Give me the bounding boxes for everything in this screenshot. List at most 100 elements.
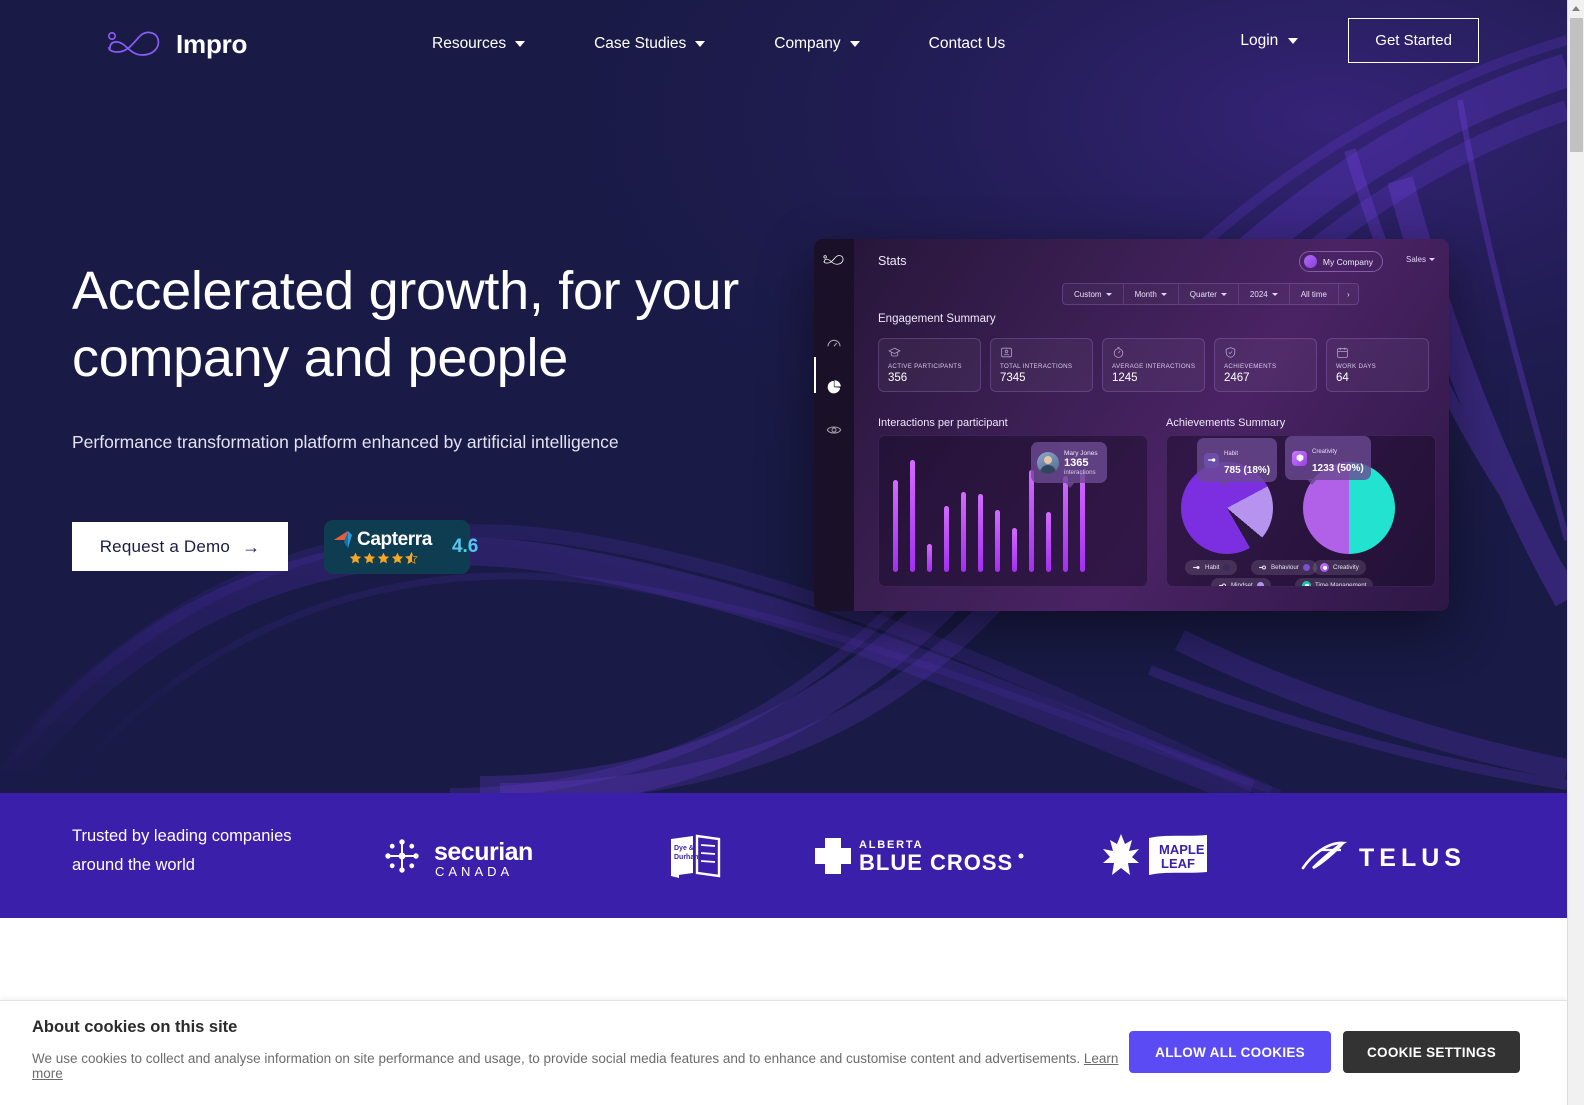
calendar-icon (1337, 347, 1348, 358)
dye-and-durham-logo-icon: Dye & Durham (671, 834, 721, 878)
interactions-chart-title: Interactions per participant (878, 417, 1008, 429)
navbar: Impro Resources Case Studies Company Con… (0, 0, 1567, 88)
cookie-consent-banner: About cookies on this site We use cookie… (0, 1000, 1567, 1105)
scroll-up-arrow-icon[interactable] (1572, 6, 1580, 11)
bar[interactable] (1063, 476, 1068, 572)
achievements-pie-charts: Habit 785 (18%) Creativity 1233 (50%) Ha… (1166, 435, 1436, 587)
allow-all-cookies-button[interactable]: ALLOW ALL COOKIES (1129, 1031, 1331, 1073)
legend-creativity[interactable]: Creativity (1313, 560, 1366, 575)
pie-tooltip-label: Habit (1224, 451, 1239, 457)
login-menu[interactable]: Login (1240, 32, 1299, 50)
tooltip-unit: interactions (1064, 468, 1096, 476)
cookie-banner-actions: ALLOW ALL COOKIES COOKIE SETTINGS (1129, 1031, 1520, 1073)
chevron-down-icon (849, 41, 860, 47)
get-started-button[interactable]: Get Started (1348, 18, 1479, 63)
engagement-summary-label: Engagement Summary (878, 313, 996, 325)
interactions-bar-chart: Mary Jones 1365 interactions (878, 435, 1148, 587)
chevron-down-icon (695, 41, 706, 47)
filter-label: All time (1300, 289, 1327, 299)
filter-year[interactable]: 2024 (1239, 284, 1290, 304)
bar[interactable] (893, 480, 898, 572)
kpi-label: AVERAGE INTERACTIONS (1112, 363, 1196, 370)
sales-dropdown[interactable]: Sales (1406, 255, 1435, 264)
filter-next-button[interactable]: › (1339, 284, 1358, 304)
legend-habit[interactable]: Habit (1185, 560, 1238, 575)
bar[interactable] (978, 494, 983, 572)
filter-custom[interactable]: Custom (1063, 284, 1124, 304)
bar[interactable] (1080, 472, 1085, 572)
logo-alberta-blue-cross: ALBERTA BLUE CROSS (810, 793, 1030, 918)
legend-mindset[interactable]: Mindset (1211, 578, 1271, 586)
bar[interactable] (944, 506, 949, 572)
tooltip-name: Mary Jones (1064, 449, 1098, 457)
filter-label: Month (1134, 289, 1157, 299)
mindset-icon (1219, 583, 1226, 586)
bar[interactable] (927, 544, 932, 572)
company-selector[interactable]: My Company (1298, 251, 1383, 272)
kpi-card[interactable]: ACHIEVEMENTS 2467 (1214, 338, 1317, 392)
svg-text:Dye &: Dye & (674, 845, 694, 852)
speedometer-icon[interactable] (826, 335, 842, 351)
star-icon (391, 552, 404, 564)
bar[interactable] (995, 510, 1000, 572)
logo-securian-canada: securian CANADA (370, 793, 560, 918)
pie-tooltip-habit: Habit 785 (18%) (1197, 438, 1278, 487)
star-icon (363, 552, 376, 564)
logo-maple-leaf: MAPLE LEAF (1090, 793, 1220, 918)
nav-item-case-studies[interactable]: Case Studies (594, 30, 706, 58)
filter-quarter[interactable]: Quarter (1179, 284, 1239, 304)
creativity-icon (1292, 450, 1307, 466)
bar[interactable] (910, 460, 915, 572)
vertical-scrollbar[interactable] (1567, 0, 1584, 1105)
nav-item-company[interactable]: Company (774, 30, 860, 58)
brand-logo[interactable]: Impro (104, 27, 247, 61)
capterra-stars (349, 551, 432, 565)
filter-label: 2024 (1249, 289, 1268, 299)
kpi-card[interactable]: ACTIVE PARTICIPANTS 356 (878, 338, 981, 392)
cookie-body-text: We use cookies to collect and analyse in… (32, 1051, 1081, 1066)
cookie-banner-title: About cookies on this site (32, 1018, 238, 1036)
cookie-settings-button[interactable]: COOKIE SETTINGS (1342, 1031, 1520, 1073)
filter-month[interactable]: Month (1124, 284, 1179, 304)
legend-behaviour[interactable]: Behaviour (1251, 560, 1317, 575)
kpi-label: TOTAL INTERACTIONS (1000, 363, 1073, 370)
kpi-value: 64 (1336, 372, 1349, 384)
capterra-name: Capterra (357, 528, 432, 550)
bar[interactable] (1046, 512, 1051, 572)
legend-label: Creativity (1333, 564, 1359, 571)
dashboard-sidebar (814, 239, 854, 611)
scrollbar-thumb[interactable] (1570, 18, 1583, 152)
alberta-blue-cross-logo-icon: ALBERTA BLUE CROSS (815, 837, 1024, 875)
capterra-rating-badge[interactable]: Capterra 4.6 (324, 519, 478, 574)
chevron-down-icon (1105, 292, 1112, 296)
capterra-score: 4.6 (451, 535, 479, 557)
legend-label: Habit (1205, 564, 1220, 571)
behaviour-icon (1259, 565, 1266, 570)
bar[interactable] (961, 492, 966, 572)
eye-icon[interactable] (826, 422, 842, 438)
sales-label: Sales (1405, 255, 1426, 264)
bar[interactable] (1029, 470, 1034, 572)
kpi-card[interactable]: WORK DAYS 64 (1326, 338, 1429, 392)
pie-tooltip-creativity: Creativity 1233 (50%) (1285, 436, 1371, 485)
hero-title-line-2: company and people (72, 327, 568, 388)
nav-item-contact-us[interactable]: Contact Us (929, 30, 1006, 58)
filter-all-time[interactable]: All time (1290, 284, 1339, 304)
legend-time-management[interactable]: Time Management (1295, 578, 1374, 586)
legend-label: Behaviour (1271, 564, 1299, 571)
legend-color-dot (1256, 582, 1264, 586)
nav-item-resources[interactable]: Resources (432, 30, 526, 58)
legend-color-dot (1302, 564, 1310, 571)
bar[interactable] (1012, 528, 1017, 572)
pie-chart-icon[interactable] (827, 379, 842, 394)
company-avatar (1303, 255, 1317, 268)
avatar (1037, 451, 1059, 474)
chevron-down-icon (1288, 37, 1299, 44)
svg-text:Durham: Durham (674, 854, 700, 861)
gauge-icon (1113, 347, 1124, 358)
impro-logo-icon[interactable] (822, 253, 846, 267)
request-demo-button[interactable]: Request a Demo → (72, 522, 288, 572)
hero-subtitle: Performance transformation platform enha… (72, 431, 619, 452)
kpi-card[interactable]: TOTAL INTERACTIONS 7345 (990, 338, 1093, 392)
kpi-card[interactable]: AVERAGE INTERACTIONS 1245 (1102, 338, 1205, 392)
